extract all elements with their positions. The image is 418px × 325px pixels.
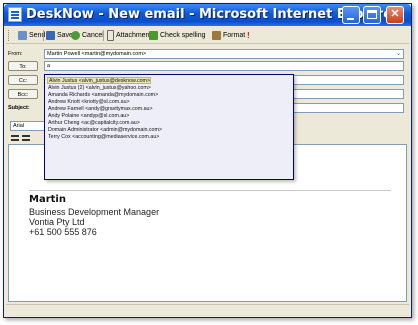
format-button[interactable]: Format <box>212 29 245 42</box>
align-left-icon[interactable] <box>11 135 19 141</box>
close-button[interactable]: ✕ <box>386 6 404 24</box>
from-label: From: <box>8 51 23 57</box>
toolbar-grip[interactable] <box>8 30 12 41</box>
address-autocomplete-popup: Alvin Justus <alvin_justus@desknow.com> … <box>44 74 294 180</box>
save-button[interactable]: Save <box>46 29 73 42</box>
signature-company: Vontia Pty Ltd <box>29 217 85 227</box>
send-button[interactable]: Send <box>18 29 45 42</box>
autocomplete-item[interactable]: Andy Polaine <andyp@sl.com.au> <box>48 113 129 120</box>
autocomplete-item[interactable]: Domain Administrator <admin@mydomain.com… <box>48 127 162 134</box>
format-label: Format <box>223 32 246 39</box>
subject-label: Subject: <box>8 105 30 111</box>
cancel-button[interactable]: Cancel <box>71 29 104 42</box>
bcc-button[interactable]: Bcc: <box>8 89 38 99</box>
spelling-label: Check spelling <box>160 32 206 39</box>
autocomplete-item[interactable]: Alvin Justus (2) <alvin_justus@yahoo.com… <box>48 85 151 92</box>
title-bar[interactable]: DeskNow - New email - Microsoft Internet… <box>4 4 411 26</box>
paperclip-icon <box>107 29 114 41</box>
minimize-button[interactable] <box>342 6 360 24</box>
maximize-button[interactable] <box>363 6 381 24</box>
signature-divider <box>29 190 391 191</box>
autocomplete-item[interactable]: Andrew Knott <knotty@sl.com.au> <box>48 99 130 106</box>
spellcheck-icon <box>149 30 158 40</box>
signature-title: Business Development Manager <box>29 207 160 217</box>
save-icon <box>46 30 55 40</box>
to-value: a <box>47 63 51 69</box>
close-icon: ✕ <box>390 8 400 20</box>
toolbar-separator <box>103 30 104 41</box>
minimize-icon <box>347 18 354 20</box>
app-icon <box>8 7 22 22</box>
autocomplete-item[interactable]: Andrew Farnell <andy@gravitymax.com.au> <box>48 106 153 113</box>
font-select[interactable]: Arial <box>10 121 46 131</box>
autocomplete-item[interactable]: Arthur Cheng <ac@capitalcity.com.au> <box>48 120 140 127</box>
cc-button[interactable]: Cc: <box>8 75 38 85</box>
check-spelling-button[interactable]: Check spelling <box>149 29 206 42</box>
signature-phone: +61 500 555 876 <box>29 227 97 237</box>
font-value: Arial <box>13 123 25 129</box>
from-value: Martin Powell <martin@mydomain.com> <box>47 51 147 57</box>
toolbar-separator <box>43 30 44 41</box>
autocomplete-item[interactable]: Amanda Richards <amanda@mydomain.com> <box>48 92 158 99</box>
chevron-down-icon[interactable]: ⌄ <box>395 51 402 57</box>
from-select[interactable]: Martin Powell <martin@mydomain.com> ⌄ <box>44 49 404 59</box>
maximize-icon <box>367 10 377 19</box>
email-toolbar: Send Save Cancel Attachments Check spell… <box>6 28 409 44</box>
to-field[interactable]: a <box>44 61 404 71</box>
align-center-icon[interactable] <box>22 135 30 141</box>
signature-name: Martin <box>29 194 66 205</box>
priority-button[interactable]: ! <box>247 29 250 42</box>
status-bar <box>6 304 409 317</box>
priority-label: ! <box>247 31 250 40</box>
autocomplete-item[interactable]: Alvin Justus <alvin_justus@desknow.com> <box>47 77 152 84</box>
autocomplete-item[interactable]: Terry Cox <accounting@mediaservice.com.a… <box>48 134 159 141</box>
send-icon <box>18 30 27 40</box>
format-icon <box>212 30 221 40</box>
cancel-icon <box>71 30 80 40</box>
cancel-label: Cancel <box>82 32 104 39</box>
to-button[interactable]: To: <box>8 61 38 71</box>
browser-window: DeskNow - New email - Microsoft Internet… <box>3 3 412 318</box>
attachments-button[interactable]: Attachments <box>107 29 155 42</box>
